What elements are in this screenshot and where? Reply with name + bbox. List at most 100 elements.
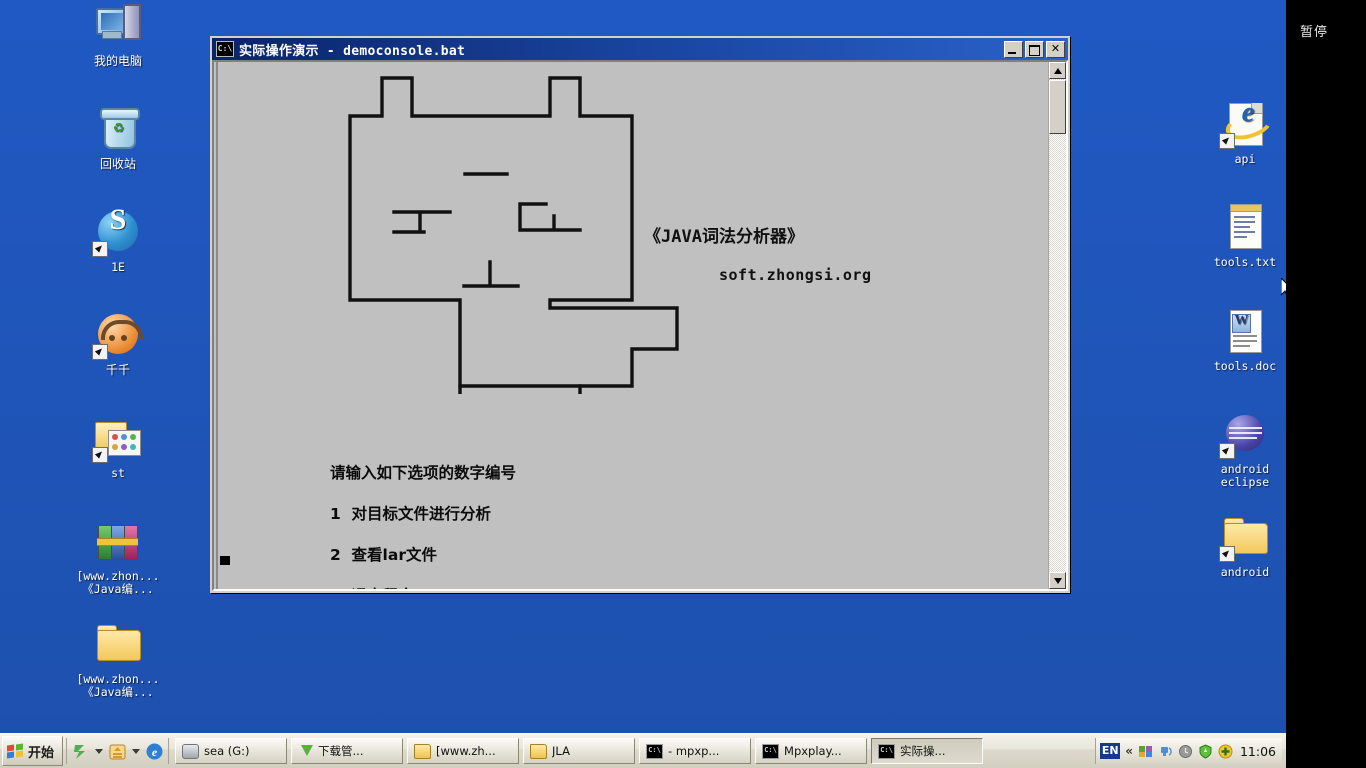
scroll-down-arrow[interactable] (1049, 572, 1066, 589)
window-title: 实际操作演示 - democonsole.bat (239, 43, 466, 59)
tray-shield-icon[interactable] (1198, 743, 1213, 759)
task-button-jla[interactable]: JLA (523, 738, 636, 764)
desktop-icon-label: 1E (111, 260, 125, 274)
shortcut-overlay-icon (1219, 443, 1235, 459)
desktop-icon-tools-txt[interactable]: tools.txt (1193, 203, 1297, 269)
console-line-2: 2 查看lar文件 (329, 545, 437, 564)
quick-launch-bar[interactable]: e (66, 738, 170, 764)
folder-icon (94, 620, 142, 668)
console-menu-text: 请输入如下选项的数字编号 1 对目标文件进行分析 2 查看lar文件 3 退出程… (218, 442, 516, 590)
desktop-icon-label: 我的电脑 (93, 54, 142, 68)
task-button-label: - mpxp... (668, 744, 720, 758)
task-button-sea-g[interactable]: sea (G:) (175, 738, 288, 764)
scroll-thumb[interactable] (1049, 80, 1066, 134)
task-button-label: sea (G:) (204, 744, 250, 758)
cmd-console-icon: C:\ (646, 743, 664, 759)
shortcut-overlay-icon (1219, 133, 1235, 149)
task-button-label: 实际操... (900, 744, 946, 758)
winrar-archive-icon (94, 517, 142, 565)
taskbar-clock[interactable]: 11:06 (1240, 744, 1276, 759)
window-controls: ✕ (1004, 40, 1065, 58)
chevron-down-icon[interactable] (132, 748, 141, 754)
task-button-download-manager[interactable]: 下载管... (291, 738, 404, 764)
desktop-icon-label: android (1220, 565, 1270, 579)
desktop-icon-label: 千千 (105, 363, 130, 377)
chevron-down-icon[interactable] (95, 748, 104, 754)
language-indicator[interactable]: EN (1100, 743, 1121, 759)
window-body: 《JAVA词法分析器》 soft.zhongsi.org 请输入如下选项的数字编… (212, 60, 1068, 591)
folder-icon (414, 743, 432, 759)
music-player-icon (92, 311, 143, 360)
task-button-label: JLA (552, 744, 570, 758)
taskbar[interactable]: 开始 e sea (G:) 下载管... [www.zh... JLA C:\ … (0, 733, 1286, 768)
eclipse-icon (1219, 410, 1269, 459)
desktop-icon-android-eclipse[interactable]: android eclipse (1193, 410, 1297, 488)
tray-expand-icon[interactable]: « (1125, 744, 1133, 758)
folder-icon (530, 743, 548, 759)
desktop-icon-qianqian[interactable]: 千千 (66, 311, 170, 377)
tray-plus-icon[interactable] (1218, 744, 1233, 759)
desktop-icon-zhon-folder[interactable]: [www.zhon... 《Java编... (66, 620, 170, 698)
task-button-www-zh[interactable]: [www.zh... (407, 738, 520, 764)
desktop-icon-label: [www.zhon... 《Java编... (76, 672, 160, 699)
tray-volume-icon[interactable] (1158, 744, 1173, 759)
console-line-1: 1 对目标文件进行分析 (329, 504, 492, 523)
word-document-icon (1221, 307, 1269, 355)
desktop-icon-label: 回收站 (99, 157, 136, 171)
cmd-console-icon: C:\ (762, 743, 780, 759)
tray-network-icon[interactable] (1138, 744, 1153, 759)
ascii-art-figure (214, 62, 1048, 394)
maximize-button[interactable] (1025, 40, 1044, 58)
tray-clock-util-icon[interactable] (1178, 744, 1193, 759)
folder-icon (1219, 513, 1269, 562)
vertical-scrollbar[interactable] (1048, 62, 1066, 589)
sogou-icon (92, 208, 142, 257)
system-tray[interactable]: EN « 11:06 (1095, 738, 1282, 764)
internet-explorer-icon: e (1219, 98, 1276, 149)
desktop-icon-api[interactable]: e api (1193, 98, 1297, 166)
download-icon (298, 744, 314, 758)
cmd-console-icon: C:\ (216, 41, 234, 57)
start-button[interactable]: 开始 (2, 736, 64, 766)
console-line-0: 请输入如下选项的数字编号 (329, 463, 516, 482)
recycle-bin-icon: ♻ (94, 105, 142, 153)
desktop-icon-label: [www.zhon... 《Java编... (76, 569, 160, 596)
desktop-icon-label: android eclipse (1220, 462, 1270, 489)
svg-text:e: e (152, 745, 158, 759)
minimize-button[interactable] (1004, 40, 1023, 58)
desktop-icon-label: st (111, 466, 125, 480)
desktop-icon-label: tools.txt (1213, 255, 1277, 269)
pause-overlay-label: 暂停 (1300, 25, 1329, 40)
folder-docs-icon (92, 414, 142, 463)
desktop-icon-zhon-rar[interactable]: [www.zhon... 《Java编... (66, 517, 170, 595)
screen-root: 我的电脑 ♻ 回收站 1E 千千 (0, 0, 1366, 768)
desktop[interactable]: 我的电脑 ♻ 回收站 1E 千千 (0, 0, 1295, 768)
task-button-mpxp[interactable]: C:\ - mpxp... (639, 738, 752, 764)
console-window[interactable]: C:\ 实际操作演示 - democonsole.bat ✕ 《JAVA词法分析… (210, 36, 1070, 593)
task-button-label: [www.zh... (436, 744, 496, 758)
console-output-area[interactable]: 《JAVA词法分析器》 soft.zhongsi.org 请输入如下选项的数字编… (214, 62, 1048, 589)
scroll-up-arrow[interactable] (1049, 62, 1066, 79)
right-black-bar (1286, 0, 1366, 768)
desktop-icon-my-computer[interactable]: 我的电脑 (66, 2, 170, 68)
disk-icon (182, 743, 200, 759)
scroll-track[interactable] (1049, 79, 1066, 572)
desktop-icon-1e[interactable]: 1E (66, 208, 170, 274)
desktop-icon-st[interactable]: st (66, 414, 170, 480)
computer-icon (94, 2, 142, 50)
task-button-mpxplay[interactable]: C:\ Mpxplay... (755, 738, 868, 764)
update-tray-icon[interactable] (108, 742, 127, 761)
console-block-cursor (220, 556, 230, 565)
desktop-icon-label: api (1234, 152, 1256, 166)
desktop-icon-tools-doc[interactable]: tools.doc (1193, 307, 1297, 373)
window-title-bar[interactable]: C:\ 实际操作演示 - democonsole.bat ✕ (212, 38, 1068, 60)
desktop-icon-android-folder[interactable]: android (1193, 513, 1297, 579)
start-button-label: 开始 (28, 745, 55, 761)
close-button[interactable]: ✕ (1046, 40, 1065, 58)
sogou-pinyin-icon[interactable] (71, 742, 90, 761)
task-button-shijicao[interactable]: C:\ 实际操... (871, 738, 984, 764)
task-button-label: Mpxplay... (784, 744, 842, 758)
internet-explorer-icon[interactable]: e (145, 742, 164, 761)
windows-flag-icon (7, 743, 24, 759)
desktop-icon-recycle-bin[interactable]: ♻ 回收站 (66, 105, 170, 171)
